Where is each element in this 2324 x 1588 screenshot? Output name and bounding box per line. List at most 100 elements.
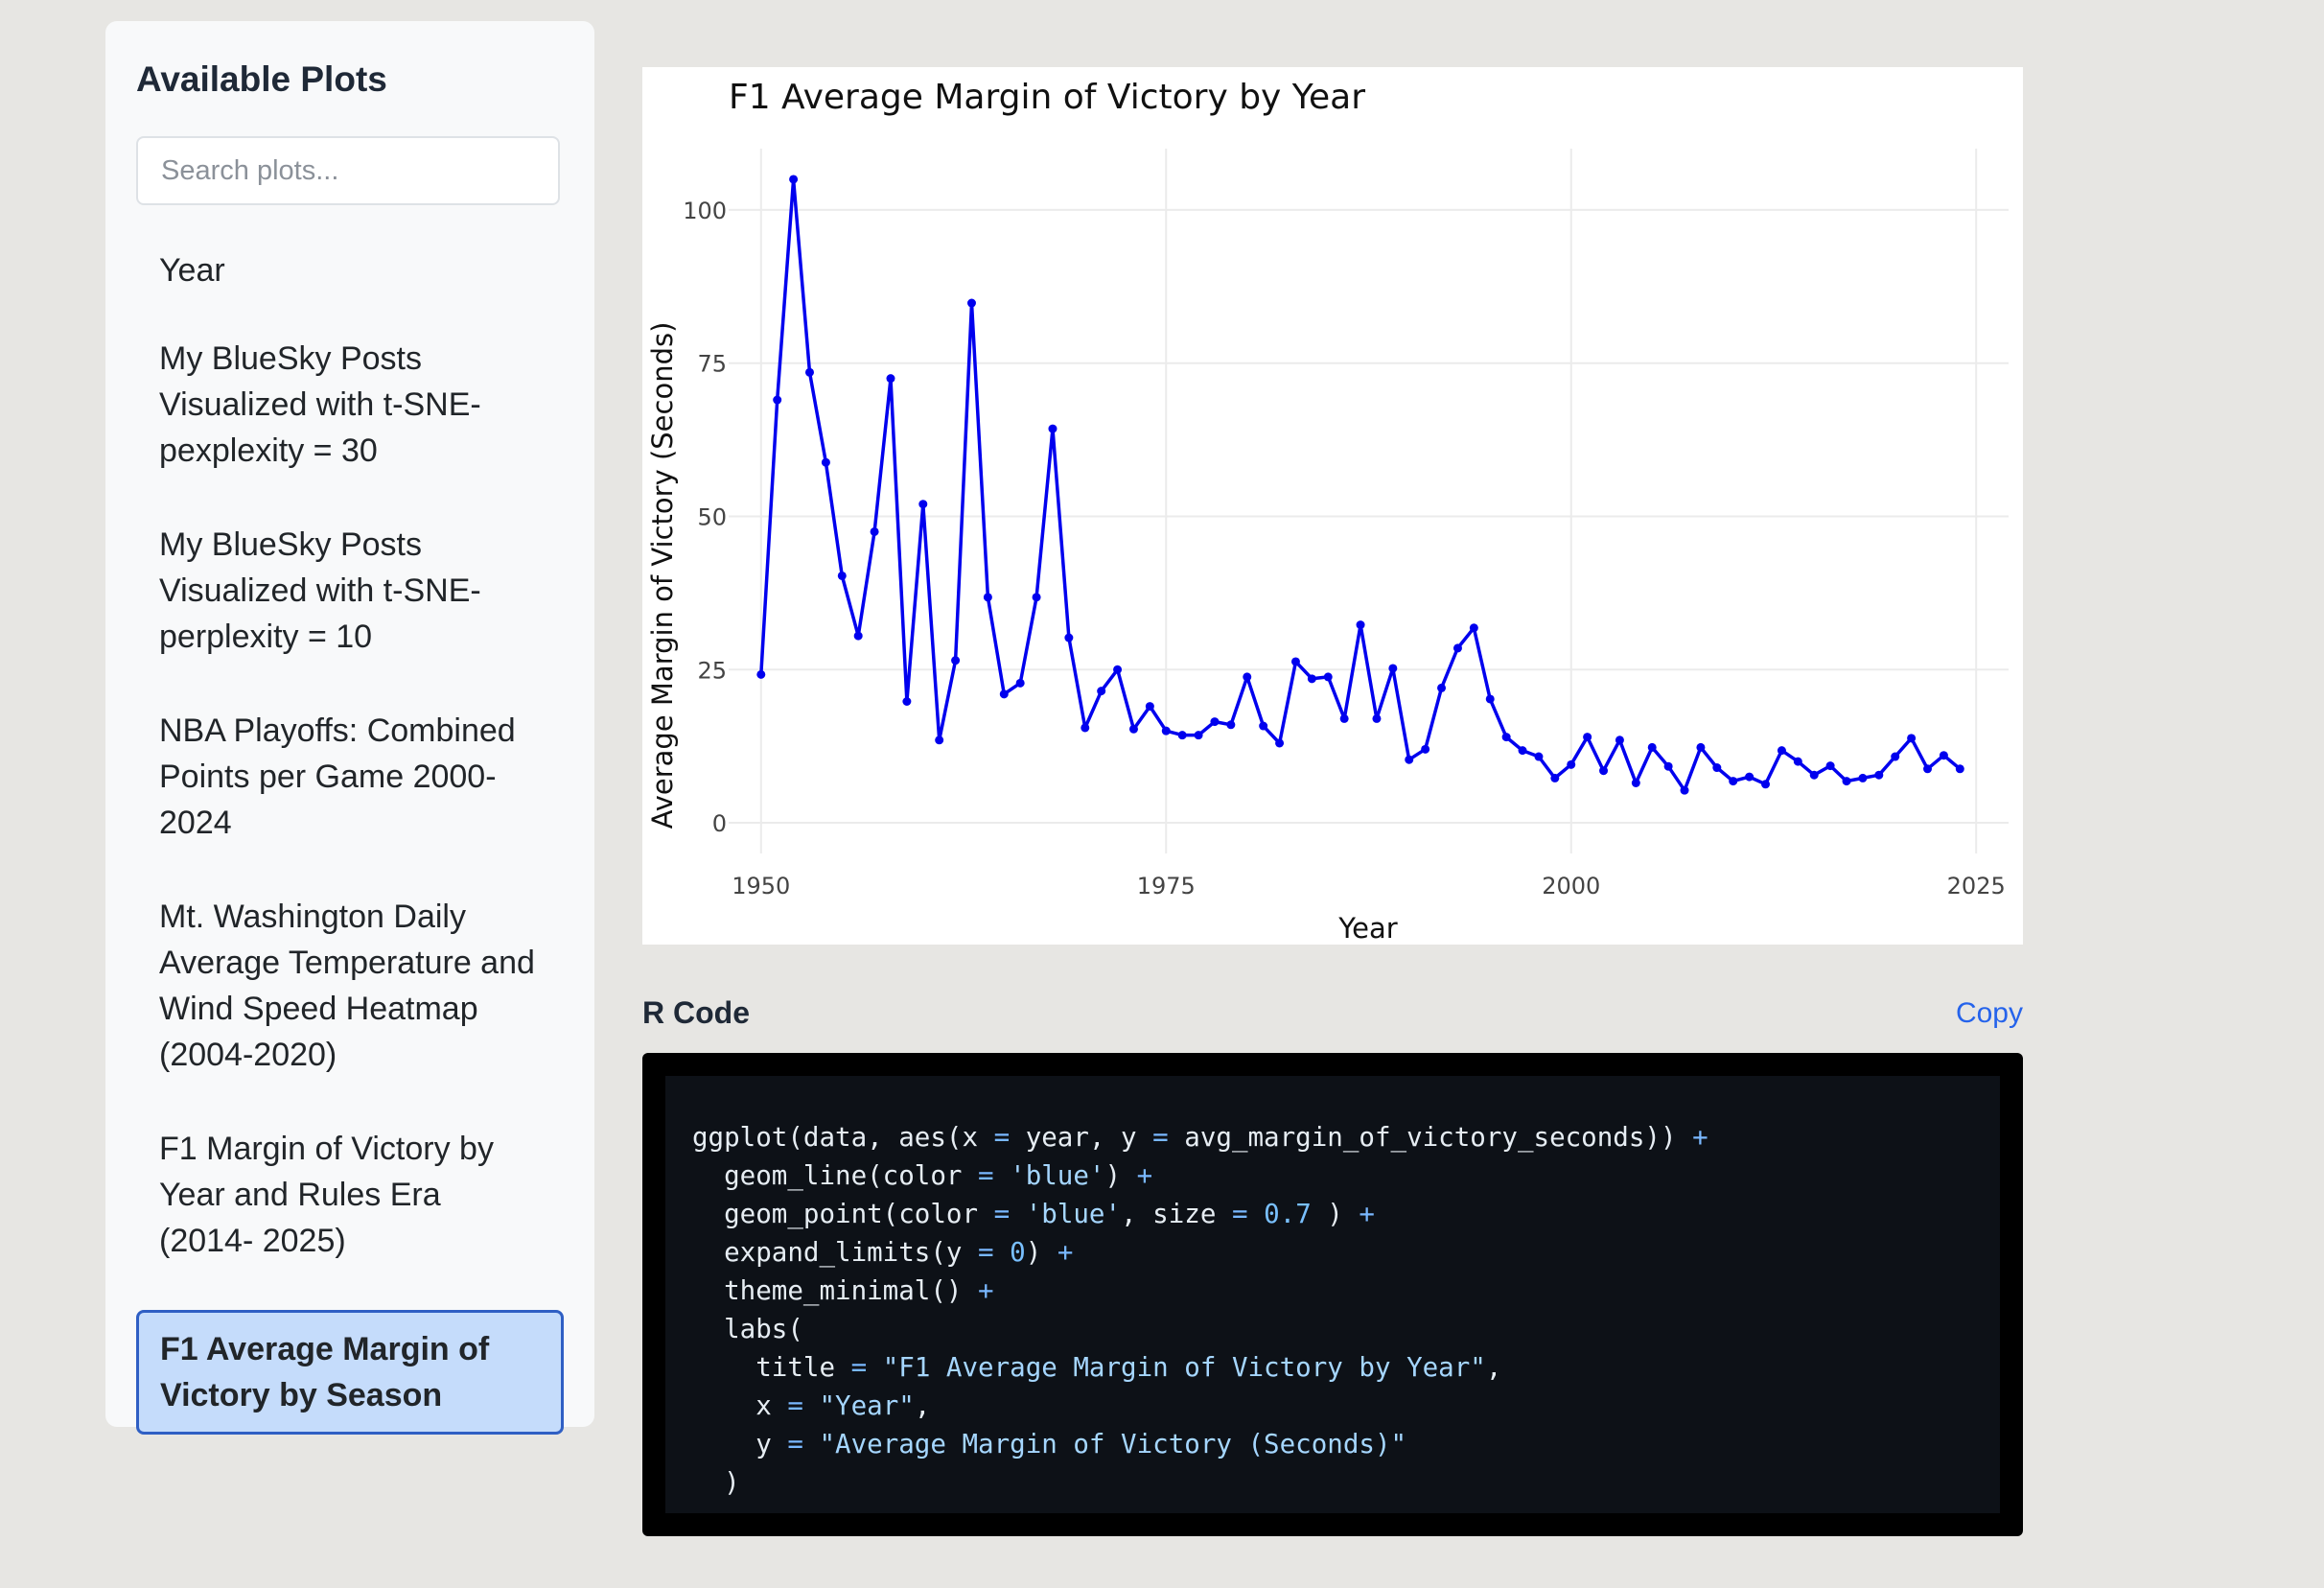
- data-point: [1761, 780, 1771, 789]
- y-tick-label: 50: [697, 503, 727, 530]
- code-token: labs(: [692, 1314, 803, 1344]
- y-tick-label: 0: [712, 810, 727, 837]
- data-point: [1696, 742, 1706, 752]
- data-point: [1226, 720, 1236, 730]
- y-axis-label: Average Margin of Victory (Seconds): [646, 322, 679, 829]
- code-token: "F1 Average Margin of Victory by Year": [882, 1352, 1486, 1383]
- code-token: =: [993, 1199, 1011, 1229]
- code-token: 0: [1010, 1237, 1026, 1268]
- data-point: [1550, 773, 1560, 782]
- r-code: ggplot(data, aes(x = year, y = avg_margi…: [692, 1118, 1708, 1502]
- data-point: [951, 656, 961, 666]
- code-token: +: [978, 1275, 994, 1306]
- data-point: [756, 669, 766, 679]
- data-point: [1955, 764, 1964, 774]
- plot-item-bluesky-tsne-30[interactable]: My BlueSky Posts Visualized with t-SNE- …: [136, 322, 564, 487]
- chart-panel: 0 25 50 75 100 1950 1975 2000 2025 F1 Average Ma…: [642, 67, 2023, 945]
- data-point: [1712, 763, 1722, 773]
- data-point: [966, 298, 976, 308]
- y-tick-label: 100: [683, 198, 727, 224]
- data-point: [1842, 777, 1851, 786]
- data-point: [1777, 746, 1786, 756]
- code-token: geom_point(color: [692, 1199, 994, 1229]
- code-token: +: [1136, 1160, 1153, 1191]
- code-token: +: [1692, 1122, 1708, 1153]
- code-token: 'blue': [1010, 1160, 1105, 1191]
- code-token: expand_limits(y: [692, 1237, 979, 1268]
- code-token: =: [850, 1352, 868, 1383]
- data-point: [1745, 772, 1755, 782]
- code-token: ): [1104, 1160, 1137, 1191]
- code-line: y = "Average Margin of Victory (Seconds)…: [692, 1425, 1708, 1463]
- data-point: [1015, 678, 1025, 688]
- data-point: [1729, 777, 1738, 786]
- code-token: y: [692, 1429, 788, 1460]
- code-line: geom_line(color = 'blue') +: [692, 1156, 1708, 1195]
- data-point: [789, 175, 799, 184]
- code-token: geom_line(color: [692, 1160, 979, 1191]
- data-point: [1469, 623, 1478, 633]
- copy-button[interactable]: Copy: [1956, 997, 2023, 1030]
- chart-title: F1 Average Margin of Victory by Year: [729, 78, 1365, 117]
- data-point: [1907, 734, 1917, 743]
- data-point: [1259, 721, 1268, 731]
- data-point: [902, 696, 912, 706]
- code-token: avg_margin_of_victory_seconds)): [1168, 1122, 1693, 1153]
- plot-item-bluesky-tsne-10[interactable]: My BlueSky Posts Visualized with t-SNE- …: [136, 508, 564, 673]
- y-tick-label: 25: [697, 657, 727, 684]
- data-point: [1485, 694, 1495, 704]
- code-token: =: [978, 1237, 994, 1268]
- data-point: [1275, 738, 1285, 748]
- code-token: , size: [1121, 1199, 1232, 1229]
- code-line: theme_minimal() +: [692, 1272, 1708, 1310]
- code-token: ): [1311, 1199, 1360, 1229]
- code-token: "Average Margin of Victory (Seconds)": [819, 1429, 1407, 1460]
- code-line: labs(: [692, 1310, 1708, 1348]
- plot-list: Year My BlueSky Posts Visualized with t-…: [136, 224, 564, 1435]
- code-token: =: [1152, 1122, 1169, 1153]
- data-point: [821, 457, 830, 467]
- code-token: ,: [1485, 1352, 1502, 1383]
- data-point: [870, 526, 879, 536]
- data-point: [1939, 751, 1948, 760]
- x-axis-label: Year: [1337, 912, 1397, 945]
- plot-item-f1-rules-era[interactable]: F1 Margin of Victory by Year and Rules E…: [136, 1112, 564, 1277]
- code-line: geom_point(color = 'blue', size = 0.7 ) …: [692, 1195, 1708, 1233]
- plot-item-nba-playoffs[interactable]: NBA Playoffs: Combined Points per Game 2…: [136, 694, 564, 859]
- data-point: [1891, 752, 1900, 761]
- data-point: [1518, 746, 1527, 756]
- plot-item-year[interactable]: Year: [136, 224, 564, 322]
- data-point: [1307, 674, 1316, 684]
- plot-item-f1-avg-margin[interactable]: F1 Average Margin of Victory by Season: [136, 1310, 564, 1435]
- code-token: 0.7: [1264, 1199, 1312, 1229]
- code-token: x: [692, 1390, 788, 1421]
- code-token: 'blue': [1025, 1199, 1122, 1229]
- series-line: [759, 177, 1962, 792]
- search-input[interactable]: [136, 136, 560, 205]
- data-point: [1356, 620, 1365, 630]
- code-token: +: [1057, 1237, 1074, 1268]
- code-token: =: [787, 1390, 803, 1421]
- y-tick-label: 75: [697, 351, 727, 378]
- plot-item-mt-washington-heatmap[interactable]: Mt. Washington Daily Average Temperature…: [136, 880, 564, 1091]
- data-point: [1388, 664, 1398, 673]
- code-token: ): [692, 1467, 740, 1498]
- x-tick-label: 2000: [1542, 873, 1600, 899]
- code-line: ggplot(data, aes(x = year, y = avg_margi…: [692, 1118, 1708, 1156]
- data-point: [1858, 773, 1868, 782]
- data-point: [1793, 757, 1802, 766]
- data-point: [1615, 736, 1624, 745]
- data-point: [983, 593, 992, 602]
- code-token: +: [1359, 1199, 1375, 1229]
- data-point: [1421, 744, 1430, 754]
- x-tick-label: 2025: [1947, 873, 2006, 899]
- data-point: [1809, 770, 1819, 780]
- data-point: [1032, 593, 1041, 602]
- data-point: [1145, 702, 1154, 712]
- data-point: [1290, 657, 1300, 666]
